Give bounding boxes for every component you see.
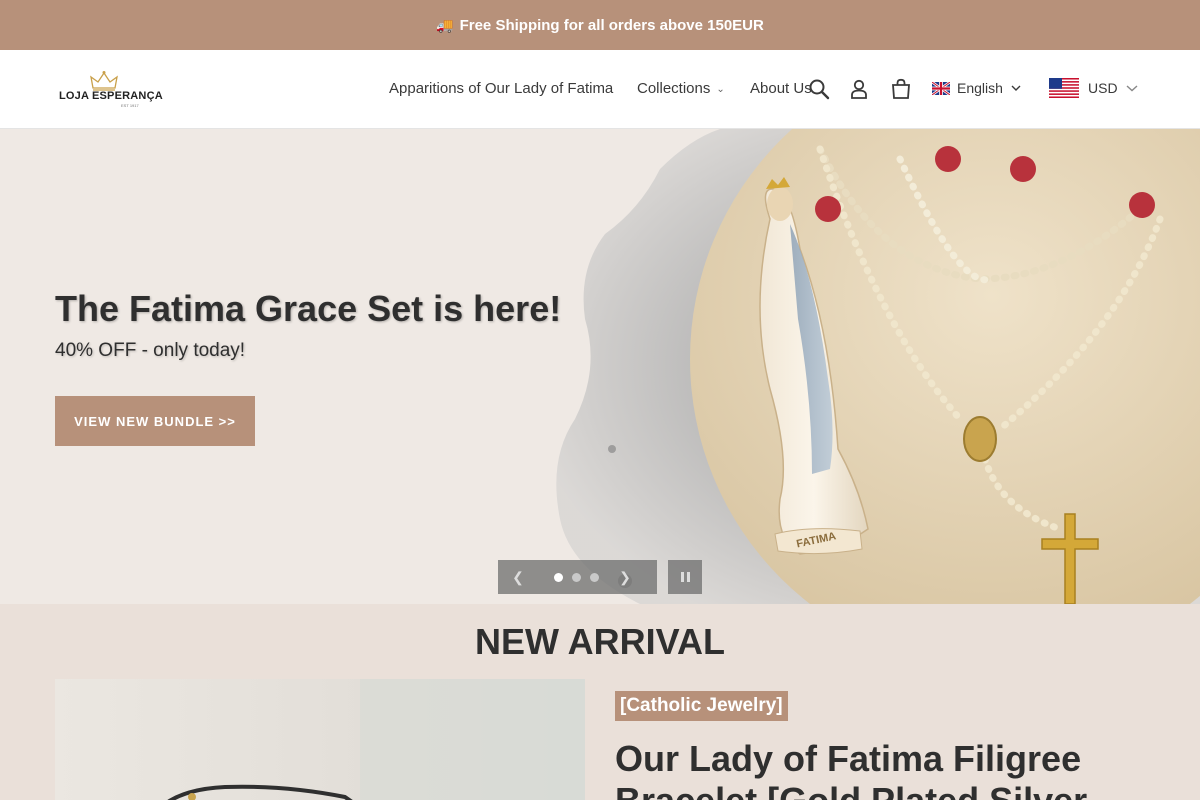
nav-link-about[interactable]: About Us bbox=[750, 80, 812, 97]
chevron-down-icon bbox=[1011, 85, 1021, 91]
product-title[interactable]: Our Lady of Fatima Filigree Bracelet [Go… bbox=[615, 738, 1175, 800]
nav-label: Apparitions of Our Lady of Fatima bbox=[389, 80, 614, 97]
hero-slideshow: FATIMA The Fatima Grace Set is here! 40%… bbox=[0, 129, 1200, 604]
announcement-bar: 🚚 Free Shipping for all orders above 150… bbox=[0, 0, 1200, 50]
product-category-tag[interactable]: [Catholic Jewelry] bbox=[615, 691, 788, 721]
crown-icon bbox=[90, 71, 118, 91]
view-bundle-button[interactable]: VIEW NEW BUNDLE >> bbox=[55, 396, 255, 446]
nav-link-apparitions[interactable]: Apparitions of Our Lady of Fatima bbox=[389, 80, 613, 97]
slideshow-controls: ❮ ❯ bbox=[498, 560, 657, 594]
slide-dot-2[interactable] bbox=[572, 572, 581, 582]
chevron-down-icon bbox=[1126, 85, 1138, 92]
hero-subtitle: 40% OFF - only today! bbox=[55, 340, 246, 361]
slide-dot-1[interactable] bbox=[554, 572, 563, 582]
nav-label: About Us bbox=[750, 80, 812, 97]
store-logo[interactable]: LOJA ESPERANÇA EST 1917 bbox=[59, 70, 163, 108]
cart-icon[interactable] bbox=[889, 77, 913, 101]
slide-dots bbox=[554, 572, 599, 582]
section-heading: NEW ARRIVAL bbox=[475, 621, 725, 662]
truck-icon: 🚚 bbox=[436, 16, 454, 33]
hero-title: The Fatima Grace Set is here! bbox=[55, 288, 562, 329]
currency-label: USD bbox=[1088, 80, 1118, 96]
uk-flag-icon bbox=[932, 81, 950, 95]
slide-dot-3[interactable] bbox=[590, 572, 599, 582]
pause-icon bbox=[680, 572, 684, 582]
language-label: English bbox=[957, 80, 1003, 96]
account-icon[interactable] bbox=[847, 77, 871, 101]
logo-tagline: EST 1917 bbox=[121, 103, 139, 108]
chevron-right-icon[interactable]: ❯ bbox=[605, 560, 645, 594]
language-selector[interactable]: English bbox=[932, 80, 1021, 96]
currency-selector[interactable]: USD bbox=[1049, 78, 1138, 98]
product-image[interactable] bbox=[55, 679, 585, 800]
announcement-text: Free Shipping for all orders above 150EU… bbox=[459, 16, 764, 34]
us-flag-icon bbox=[1049, 78, 1079, 98]
pause-button[interactable] bbox=[668, 560, 702, 594]
nav-label: Collections bbox=[637, 80, 711, 97]
site-header: LOJA ESPERANÇA EST 1917 Apparitions of O… bbox=[0, 50, 1200, 129]
chevron-left-icon[interactable]: ❮ bbox=[498, 560, 538, 594]
new-arrival-section: NEW ARRIVAL [Catholic Jewelry] Our Lady … bbox=[0, 604, 1200, 800]
logo-brand: LOJA ESPERANÇA bbox=[59, 90, 163, 102]
chevron-down-icon: ⌄ bbox=[716, 84, 725, 95]
nav-link-collections[interactable]: Collections ⌄ bbox=[637, 80, 725, 97]
pause-icon bbox=[686, 572, 690, 582]
search-icon[interactable] bbox=[807, 77, 831, 101]
hero-image: FATIMA bbox=[556, 129, 1200, 604]
